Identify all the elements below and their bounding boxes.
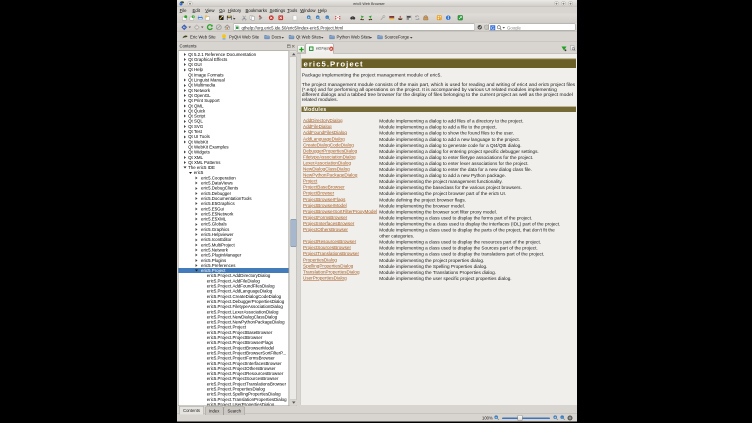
svg-text:G: G [491, 25, 495, 30]
